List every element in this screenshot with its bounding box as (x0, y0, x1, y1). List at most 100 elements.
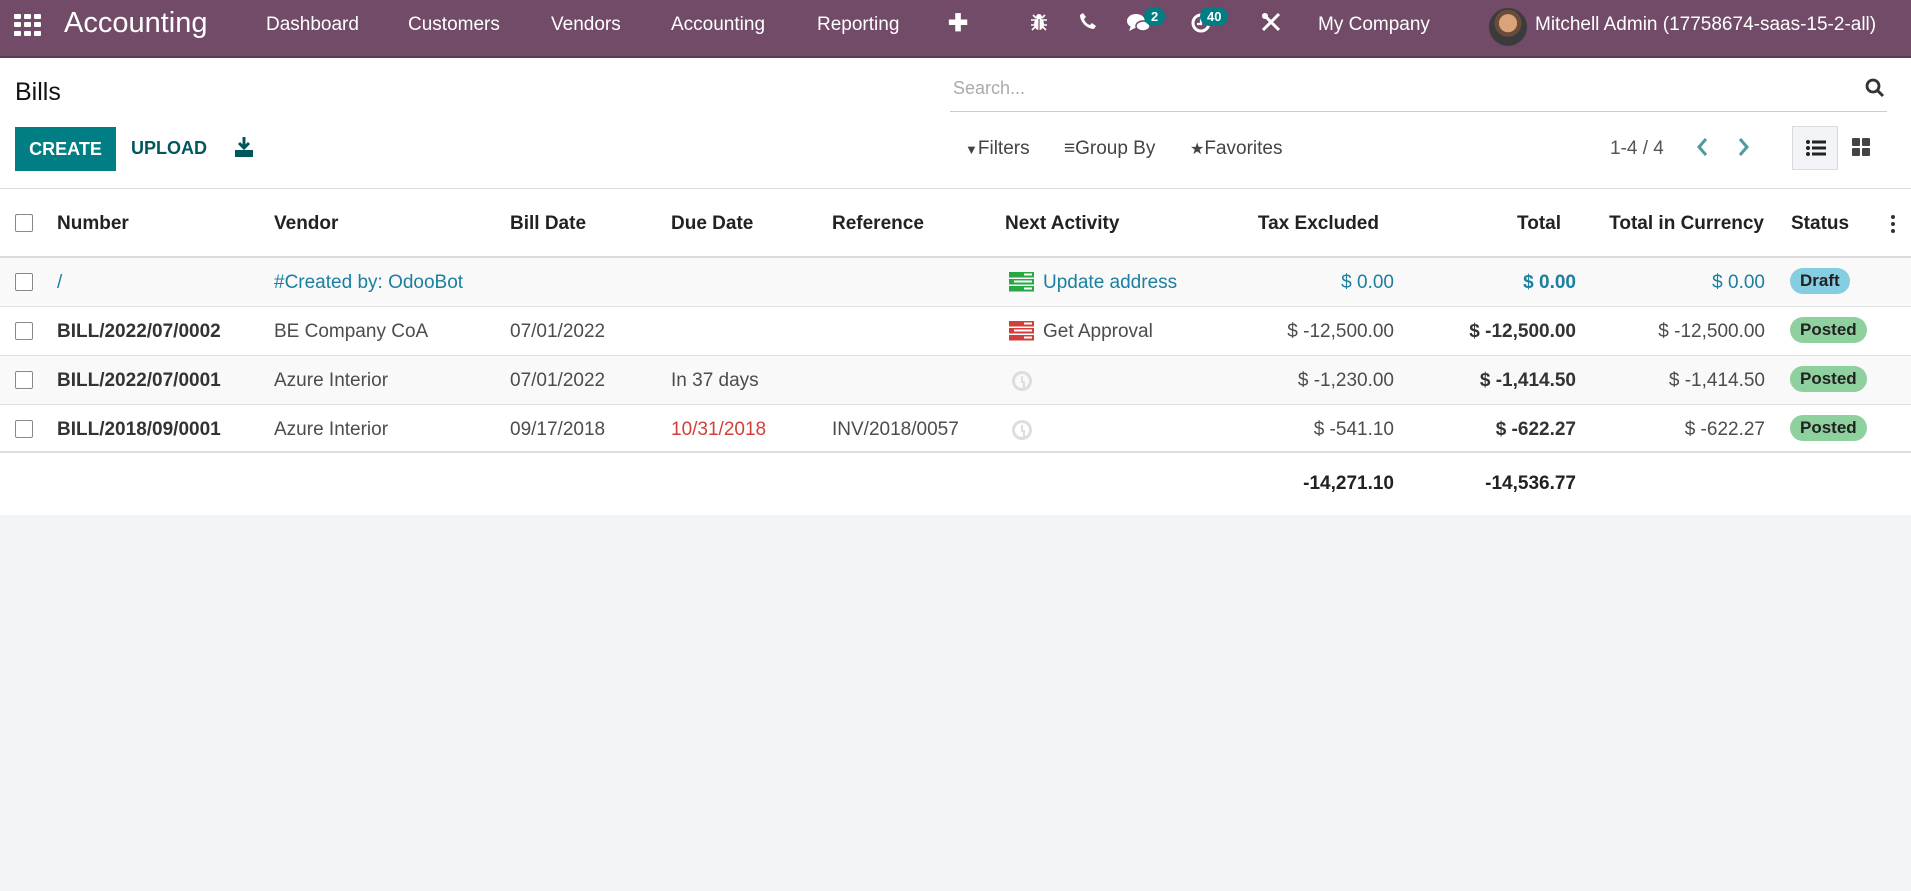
bill-date: 07/01/2022 (510, 321, 606, 342)
list-view-button[interactable] (1792, 126, 1838, 170)
column-reference[interactable]: Reference (832, 213, 924, 235)
apps-grid-icon[interactable] (14, 14, 42, 36)
avatar[interactable] (1489, 8, 1527, 46)
bug-icon[interactable] (1030, 12, 1048, 38)
bill-vendor: #Created by: OdooBot (274, 272, 464, 293)
status-badge: Draft (1790, 268, 1850, 294)
bill-number: BILL/2018/09/0001 (57, 419, 221, 440)
column-total[interactable]: Total (1517, 213, 1561, 235)
bill-date: 07/01/2022 (510, 370, 606, 391)
control-panel: Bills CREATE UPLOAD ▼Filters ≡Group By ★… (0, 58, 1911, 189)
pager-value[interactable]: 1-4 / 4 (1610, 138, 1664, 160)
user-menu[interactable]: Mitchell Admin (17758674-saas-15-2-all) (1535, 14, 1876, 36)
due-date: In 37 days (671, 370, 759, 391)
bill-vendor: Azure Interior (274, 419, 389, 440)
due-date: 10/31/2018 (671, 419, 767, 440)
tools-icon[interactable] (1261, 12, 1281, 38)
column-tax-excluded[interactable]: Tax Excluded (1258, 213, 1379, 235)
menu-dashboard[interactable]: Dashboard (266, 14, 359, 36)
menu-customers[interactable]: Customers (408, 14, 500, 36)
totals-row: -14,271.10 -14,536.77 (0, 453, 1911, 515)
tax-excluded: $ -12,500.00 (1287, 321, 1394, 342)
total: $ -622.27 (1495, 419, 1576, 440)
table-row[interactable]: BILL/2022/07/0001 Azure Interior 07/01/2… (0, 356, 1911, 405)
next-activity[interactable]: Update address (1043, 272, 1177, 294)
select-all-checkbox[interactable] (15, 214, 33, 232)
menu-vendors[interactable]: Vendors (551, 14, 621, 36)
status-badge: Posted (1790, 366, 1867, 392)
table-row[interactable]: / #Created by: OdooBot Update address $ … (0, 258, 1911, 307)
column-bill-date[interactable]: Bill Date (510, 213, 586, 235)
bill-vendor: Azure Interior (274, 370, 389, 391)
download-icon[interactable] (234, 136, 254, 158)
group-by-label: Group By (1075, 138, 1156, 159)
total-in-currency: $ -12,500.00 (1658, 321, 1765, 342)
favorites-label: Favorites (1204, 138, 1283, 159)
activity-planned-icon[interactable] (1009, 272, 1034, 292)
row-checkbox[interactable] (15, 420, 33, 438)
row-checkbox[interactable] (15, 273, 33, 291)
status-badge: Posted (1790, 415, 1867, 441)
filters-button[interactable]: ▼Filters (965, 138, 1030, 160)
top-navbar: Accounting Dashboard Customers Vendors A… (0, 0, 1911, 58)
total-in-currency: $ 0.00 (1712, 272, 1765, 293)
column-due-date[interactable]: Due Date (671, 213, 753, 235)
menu-reporting[interactable]: Reporting (817, 14, 899, 36)
menu-accounting[interactable]: Accounting (671, 14, 765, 36)
company-switcher[interactable]: My Company (1318, 14, 1430, 36)
star-icon: ★ (1190, 141, 1205, 158)
bills-list: Number Vendor Bill Date Due Date Referen… (0, 189, 1911, 515)
bill-number: BILL/2022/07/0001 (57, 370, 221, 391)
messages-badge: 2 (1144, 7, 1166, 26)
group-by-button[interactable]: ≡Group By (1064, 138, 1155, 160)
filter-icon: ▼ (965, 142, 978, 157)
app-name[interactable]: Accounting (64, 7, 208, 40)
phone-icon[interactable] (1079, 12, 1097, 36)
total-in-currency: $ -1,414.50 (1668, 370, 1765, 391)
favorites-button[interactable]: ★Favorites (1190, 138, 1282, 160)
tax-excluded: $ -1,230.00 (1297, 370, 1394, 391)
next-activity[interactable]: Get Approval (1043, 321, 1153, 343)
plus-icon[interactable]: ✚ (948, 9, 968, 38)
filters-label: Filters (977, 138, 1030, 159)
total-amount: -14,536.77 (1485, 473, 1576, 494)
activity-clock-icon[interactable] (1012, 371, 1032, 391)
activities-badge: 40 (1200, 7, 1229, 26)
pager-previous-icon[interactable] (1695, 136, 1715, 160)
page-title: Bills (15, 78, 61, 106)
tax-excluded: $ 0.00 (1341, 272, 1394, 293)
list-icon (1806, 140, 1826, 156)
total: $ -12,500.00 (1469, 321, 1576, 342)
row-checkbox[interactable] (15, 322, 33, 340)
row-checkbox[interactable] (15, 371, 33, 389)
column-status[interactable]: Status (1791, 213, 1849, 235)
tax-excluded: $ -541.10 (1313, 419, 1394, 440)
search-icon[interactable] (1865, 78, 1887, 100)
bars-icon: ≡ (1064, 138, 1076, 159)
table-row[interactable]: BILL/2018/09/0001 Azure Interior 09/17/2… (0, 405, 1911, 453)
activity-overdue-icon[interactable] (1009, 321, 1034, 341)
optional-columns-icon[interactable] (1891, 215, 1895, 233)
table-header: Number Vendor Bill Date Due Date Referen… (0, 189, 1911, 258)
create-button[interactable]: CREATE (15, 127, 116, 171)
table-row[interactable]: BILL/2022/07/0002 BE Company CoA 07/01/2… (0, 307, 1911, 356)
pager-next-icon[interactable] (1737, 136, 1757, 160)
column-vendor[interactable]: Vendor (274, 213, 338, 235)
kanban-view-button[interactable] (1852, 138, 1870, 156)
status-badge: Posted (1790, 317, 1867, 343)
upload-button[interactable]: UPLOAD (131, 138, 207, 159)
total: $ 0.00 (1523, 272, 1576, 293)
column-total-in-currency[interactable]: Total in Currency (1609, 213, 1764, 235)
bill-date: 09/17/2018 (510, 419, 606, 440)
column-number[interactable]: Number (57, 213, 129, 235)
total-in-currency: $ -622.27 (1684, 419, 1765, 440)
bill-vendor: BE Company CoA (274, 321, 429, 342)
activity-clock-icon[interactable] (1012, 420, 1032, 440)
reference: INV/2018/0057 (832, 419, 959, 440)
search-bar (950, 70, 1887, 112)
column-next-activity[interactable]: Next Activity (1005, 213, 1119, 235)
total: $ -1,414.50 (1479, 370, 1576, 391)
search-input[interactable] (953, 78, 1813, 99)
bill-number: BILL/2022/07/0002 (57, 321, 221, 342)
total-tax-excluded: -14,271.10 (1303, 473, 1394, 494)
